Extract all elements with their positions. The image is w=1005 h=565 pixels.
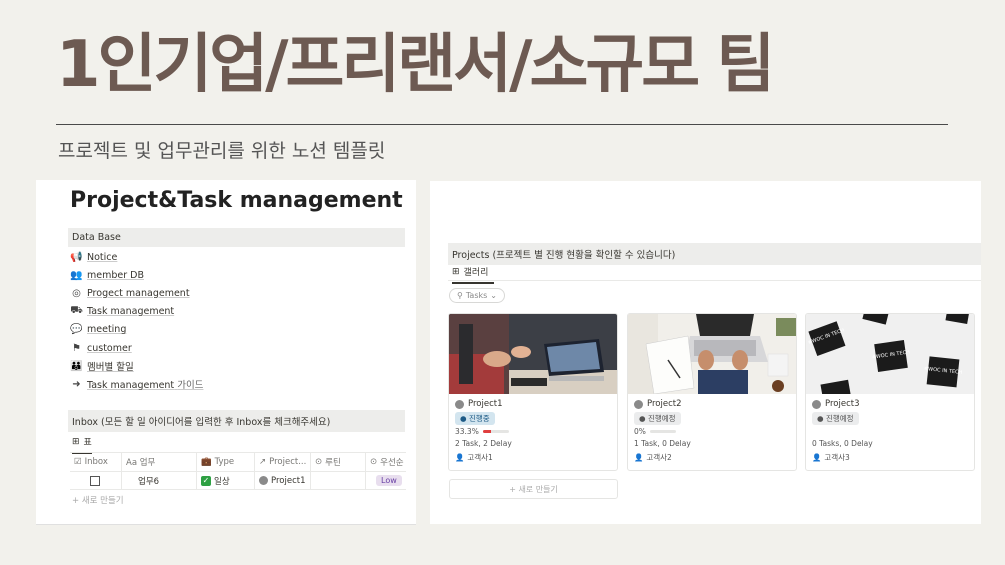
hero-divider (56, 124, 948, 125)
status-badge: ● 진행예정 (812, 412, 859, 425)
project-relation-link[interactable]: Project1 (271, 476, 306, 486)
project-card-2[interactable]: Project2 ● 진행예정 0% 1 Task, 0 Delay 👤 고객사2 (627, 313, 797, 471)
signpost-icon: ⚑ (72, 342, 81, 354)
relation-arrow-icon: ↗ (259, 457, 267, 467)
briefcase-icon: 💼 (201, 457, 212, 467)
task-icon: ⛟ (70, 305, 83, 317)
page-title: Project&Task management (70, 188, 403, 213)
person-icon: 👤 (455, 453, 465, 462)
progress-fill (482, 430, 492, 433)
hero-subtitle: 프로젝트 및 업무관리를 위한 노션 템플릿 (58, 140, 386, 162)
tab-gallery-view[interactable]: ⊞ 갤러리 (452, 265, 495, 284)
divider (448, 280, 981, 281)
column-header-routine[interactable]: ⊙ 루틴 (311, 453, 366, 471)
project-card-3[interactable]: #WOC IN TECH #WOC IN TECH #WOC IN TECH P… (805, 313, 975, 471)
project-icon (259, 476, 268, 485)
projects-gallery-panel: Projects (프로젝트 별 진행 현황을 확인할 수 있습니다) ⊞ 갤러… (430, 181, 981, 524)
project-icon (812, 399, 821, 409)
inbox-checkbox[interactable] (90, 475, 100, 486)
people-icon: 👥 (70, 269, 83, 281)
inbox-section-header: Inbox (모든 할 일 아이디어를 입력한 후 Inbox를 체크해주세요) (68, 410, 405, 432)
database-section-header: Data Base (68, 228, 405, 247)
hero-title: 1인기업/프리랜서/소규모 팀 (56, 28, 775, 102)
db-link-project-management[interactable]: ◎ Progect management (70, 284, 203, 302)
chat-bubbles-icon: 💬 (70, 324, 83, 336)
client-field: 👤 고객사2 (634, 453, 672, 462)
task-counts: 1 Task, 0 Delay (634, 439, 691, 448)
progress-bar (482, 430, 509, 433)
column-header-project[interactable]: ↗ Project... (255, 453, 311, 471)
arrow-right-icon: ➜ (72, 378, 81, 390)
notion-page-panel: Project&Task management Data Base 📢 Noti… (36, 180, 416, 525)
gallery-icon: ⊞ (452, 266, 460, 277)
status-badge: ● 진행중 (455, 412, 495, 425)
db-link-meeting[interactable]: 💬 meeting (70, 321, 203, 339)
table-icon: ⊞ (72, 436, 80, 447)
check-mark-icon: ✓ (201, 475, 211, 486)
db-link-task-management[interactable]: ⛟ Task management (70, 303, 203, 321)
progress-indicator: 33.3% (455, 427, 509, 436)
person-icon: 👤 (812, 453, 822, 462)
project-card-1[interactable]: Project1 ● 진행중 33.3% 2 Task, 2 Delay 👤 고객… (448, 313, 618, 471)
card-cover-image (449, 314, 617, 394)
column-header-inbox[interactable]: ☑ Inbox (70, 453, 122, 471)
column-header-priority[interactable]: ⊙ 우선순 (366, 453, 406, 471)
target-icon: ◎ (72, 287, 81, 299)
task-counts: 0 Tasks, 0 Delay (812, 439, 873, 448)
table-row[interactable]: 업무6 ✓ 일상 Project1 Low (70, 471, 406, 490)
db-link-notice[interactable]: 📢 Notice (70, 248, 203, 266)
new-row-button[interactable]: + 새로 만들기 (72, 494, 124, 506)
column-header-task[interactable]: Aa 업무 (122, 453, 197, 471)
db-link-member[interactable]: 👥 member DB (70, 266, 203, 284)
client-field: 👤 고객사3 (812, 453, 850, 462)
priority-tag[interactable]: Low (376, 475, 402, 486)
divider (36, 524, 416, 525)
tasks-filter-chip[interactable]: ⚲ Tasks ⌄ (449, 288, 505, 303)
chevron-down-icon: ⌄ (490, 291, 497, 300)
megaphone-icon: 📢 (70, 251, 83, 263)
client-field: 👤 고객사1 (455, 453, 493, 462)
inbox-table: ☑ Inbox Aa 업무 💼 Type ↗ Project... ⊙ 루틴 ⊙ 우선순 … (70, 452, 406, 490)
formula-icon: ⊙ (315, 457, 323, 467)
table-header-row: ☑ Inbox Aa 업무 💼 Type ↗ Project... ⊙ 루틴 ⊙ 우선순 (70, 452, 406, 471)
db-link-member-tasks[interactable]: 👪 멤버별 할일 (70, 357, 203, 375)
projects-section-header: Projects (프로젝트 별 진행 현황을 확인할 수 있습니다) (448, 243, 981, 265)
person-icon: 👤 (634, 453, 644, 462)
group-icon: 👪 (70, 360, 83, 372)
project-icon (455, 399, 464, 409)
status-badge: ● 진행예정 (634, 412, 681, 425)
search-icon: ⚲ (457, 291, 463, 300)
card-cover-image (628, 314, 796, 394)
task-counts: 2 Task, 2 Delay (455, 439, 512, 448)
column-header-type[interactable]: 💼 Type (197, 453, 255, 471)
new-card-button[interactable]: + 새로 만들기 (449, 479, 618, 499)
card-cover-image: #WOC IN TECH #WOC IN TECH #WOC IN TECH (806, 314, 974, 394)
project-icon (634, 399, 643, 409)
db-link-task-guide[interactable]: ➜ Task management 가이드 (70, 375, 203, 393)
database-list: 📢 Notice 👥 member DB ◎ Progect managemen… (70, 248, 203, 394)
checkbox-icon: ☑ (74, 457, 82, 467)
progress-bar (649, 430, 676, 433)
progress-indicator: 0% (634, 427, 676, 436)
status-icon: ⊙ (370, 457, 378, 467)
db-link-customer[interactable]: ⚑ customer (70, 339, 203, 357)
